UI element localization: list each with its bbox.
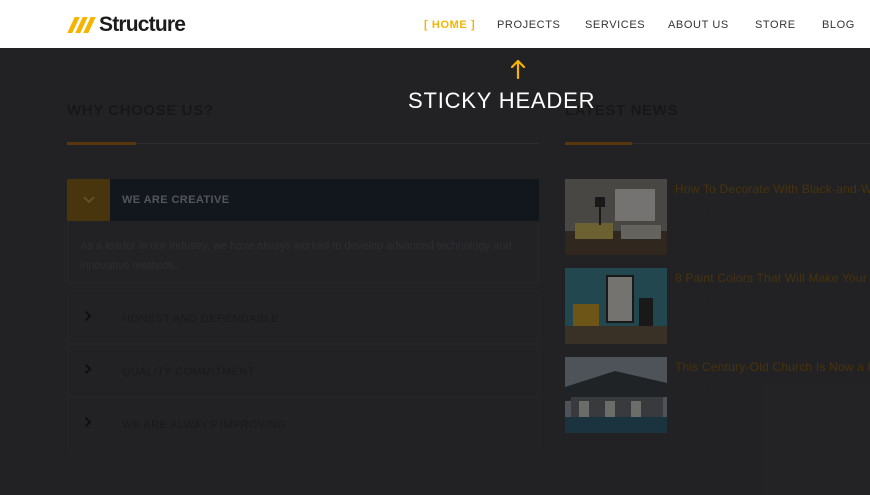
accordion-item-label: HONEST AND DEPENDABLE <box>122 313 279 325</box>
nav-item-store[interactable]: STORE <box>755 19 796 31</box>
accordion-item-label: WE ARE ALWAYS IMPROVING <box>122 419 287 431</box>
arrow-up-icon <box>510 59 526 80</box>
why-divider <box>67 143 539 144</box>
nav-item-about-us[interactable]: ABOUT US <box>668 19 729 31</box>
nav-item-projects[interactable]: PROJECTS <box>497 19 560 31</box>
logo-text: Structure <box>99 13 186 36</box>
chevron-right-icon <box>84 416 92 431</box>
sticky-header: Structure [ HOME ] PROJECTS SERVICES ABO… <box>0 0 870 48</box>
chevron-right-icon <box>84 310 92 325</box>
news-title[interactable]: 8 Paint Colors That Will Make Your Home <box>675 271 870 285</box>
news-date: March 7, 2015 <box>675 381 746 393</box>
accordion-item-label: QUALITY COMMITMENT <box>122 366 255 378</box>
why-divider-accent <box>67 142 136 145</box>
chevron-down-icon[interactable] <box>67 179 110 221</box>
accordion-item[interactable]: WE ARE ALWAYS IMPROVING <box>67 397 539 450</box>
news-date: March 7, 2015 <box>675 292 746 304</box>
chevron-right-icon <box>84 363 92 378</box>
news-date: March 7, 2015 <box>675 203 746 215</box>
logo-mark-icon <box>67 15 97 35</box>
why-choose-us-title: WHY CHOOSE US? <box>67 102 214 119</box>
accordion-item[interactable]: HONEST AND DEPENDABLE <box>67 291 539 344</box>
nav-item-blog[interactable]: BLOG <box>822 19 855 31</box>
news-thumbnail[interactable] <box>565 268 667 344</box>
accordion-open-label: WE ARE CREATIVE <box>122 194 230 206</box>
accordion-item[interactable]: QUALITY COMMITMENT <box>67 344 539 397</box>
news-title[interactable]: This Century-Old Church Is Now a Home <box>675 360 870 374</box>
accordion-item-open[interactable]: WE ARE CREATIVE <box>67 179 539 221</box>
page-content: WHY CHOOSE US? WE ARE CREATIVE As a lead… <box>0 48 870 495</box>
news-title[interactable]: How To Decorate With Black-and-White <box>675 182 870 196</box>
news-item[interactable]: 8 Paint Colors That Will Make Your Home … <box>565 268 870 344</box>
news-item[interactable]: This Century-Old Church Is Now a Home Ma… <box>565 357 870 433</box>
nav-item-home[interactable]: [ HOME ] <box>424 19 475 31</box>
sticky-header-callout: STICKY HEADER <box>408 88 596 113</box>
news-divider-accent <box>565 142 632 145</box>
news-item[interactable]: How To Decorate With Black-and-White Mar… <box>565 179 870 255</box>
accordion-body-text: As a leader in our industry, we have alw… <box>80 240 512 272</box>
news-thumbnail[interactable] <box>565 357 667 433</box>
accordion-open-body: As a leader in our industry, we have alw… <box>67 221 539 283</box>
logo[interactable]: Structure <box>67 13 186 37</box>
nav-item-services[interactable]: SERVICES <box>585 19 645 31</box>
news-thumbnail[interactable] <box>565 179 667 255</box>
